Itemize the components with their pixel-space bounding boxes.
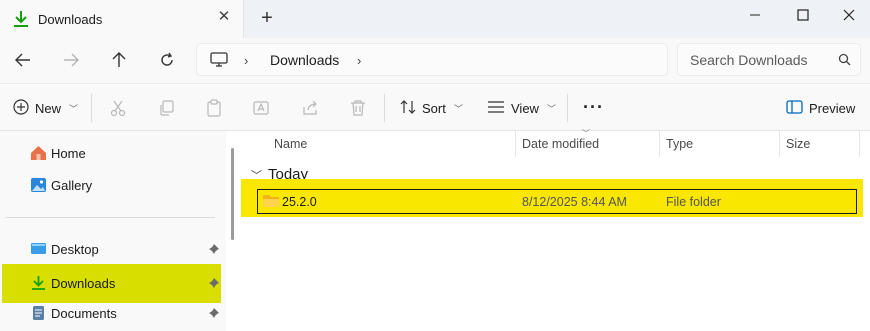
documents-icon (30, 305, 47, 321)
column-divider[interactable] (659, 131, 660, 157)
cut-icon[interactable] (109, 99, 127, 117)
column-header: Name ﹀ Date modified Type Size (241, 129, 870, 157)
new-tab-button[interactable]: + (258, 8, 276, 28)
gallery-icon (30, 177, 47, 193)
title-bar: Downloads ✕ + (0, 0, 870, 38)
breadcrumb-chevron-icon[interactable]: › (357, 53, 361, 68)
desktop-icon (30, 241, 47, 257)
new-button[interactable]: New ﹀ (13, 85, 78, 131)
minimize-button[interactable] (732, 0, 778, 30)
view-list-icon (487, 100, 505, 116)
sidebar-item-home[interactable]: Home (2, 138, 221, 168)
forward-button[interactable] (58, 48, 84, 72)
this-pc-icon[interactable] (210, 52, 228, 71)
breadcrumb-item-downloads[interactable]: Downloads (270, 52, 339, 68)
download-icon (12, 9, 30, 29)
plus-circle-icon (13, 98, 29, 118)
chevron-down-icon: ﹀ (546, 103, 556, 114)
sidebar-item-label: Documents (51, 306, 117, 321)
sidebar-divider (6, 217, 215, 218)
breadcrumb-chevron-icon[interactable]: › (244, 53, 248, 68)
divider (91, 94, 92, 122)
column-divider[interactable] (515, 131, 516, 157)
column-header-date-modified[interactable]: Date modified (522, 137, 599, 151)
pin-icon[interactable] (208, 277, 220, 292)
column-header-name[interactable]: Name (274, 137, 307, 151)
view-button[interactable]: View ﹀ (487, 85, 556, 131)
command-bar: New ﹀ Sort ﹀ View ﹀ ··· Preview (0, 85, 870, 131)
navigation-pane: Home Gallery Desktop Downloads Documents (0, 131, 226, 331)
rename-icon[interactable] (253, 99, 271, 117)
chevron-down-icon: ﹀ (69, 103, 79, 114)
up-button[interactable] (106, 48, 132, 72)
search-input[interactable] (690, 52, 830, 68)
preview-pane-button[interactable]: Preview (786, 85, 855, 131)
preview-label: Preview (809, 100, 856, 116)
download-icon (30, 275, 47, 291)
breadcrumb[interactable]: › Downloads › (196, 43, 668, 76)
column-header-size[interactable]: Size (786, 137, 810, 151)
search-box[interactable] (677, 43, 861, 76)
sort-label: Sort (422, 100, 446, 116)
preview-pane-icon (786, 99, 803, 117)
view-label: View (511, 100, 539, 116)
file-list: Name ﹀ Date modified Type Size ﹀ Today 2… (241, 129, 870, 331)
column-divider[interactable] (779, 131, 780, 157)
column-header-type[interactable]: Type (666, 137, 693, 151)
new-label: New (35, 100, 62, 116)
close-tab-icon[interactable]: ✕ (216, 9, 232, 25)
delete-icon[interactable] (349, 99, 367, 117)
sidebar-item-label: Downloads (51, 276, 116, 291)
tab-downloads[interactable]: Downloads ✕ (0, 0, 244, 38)
sidebar-item-documents[interactable]: Documents (2, 298, 221, 328)
maximize-button[interactable] (780, 0, 826, 30)
sort-button[interactable]: Sort ﹀ (400, 85, 463, 131)
chevron-down-icon: ﹀ (453, 103, 463, 114)
sidebar-scrollbar[interactable] (231, 148, 234, 240)
address-bar: › Downloads › (0, 38, 870, 84)
sidebar-item-label: Desktop (51, 242, 99, 257)
sidebar-item-desktop[interactable]: Desktop (2, 234, 221, 264)
home-icon (30, 145, 47, 161)
folder-icon (262, 194, 280, 211)
divider (567, 94, 568, 122)
cell-name: 25.2.0 (282, 195, 317, 209)
table-row[interactable]: 25.2.0 8/12/2025 8:44 AM File folder (257, 189, 857, 214)
copy-icon[interactable] (158, 99, 176, 117)
sidebar-item-gallery[interactable]: Gallery (2, 170, 221, 200)
refresh-button[interactable] (154, 48, 180, 72)
divider (384, 94, 385, 122)
cell-type: File folder (666, 195, 721, 209)
paste-icon[interactable] (205, 99, 223, 117)
more-options-button[interactable]: ··· (583, 97, 604, 118)
pin-icon[interactable] (208, 243, 220, 258)
back-button[interactable] (10, 48, 36, 72)
sidebar-item-label: Home (51, 146, 86, 161)
search-icon[interactable] (838, 53, 851, 69)
column-divider[interactable] (859, 131, 860, 157)
pin-icon[interactable] (208, 307, 220, 322)
close-window-button[interactable] (826, 0, 870, 30)
tab-title: Downloads (38, 12, 103, 27)
sort-icon (400, 99, 416, 117)
share-icon[interactable] (302, 99, 320, 117)
cell-date-modified: 8/12/2025 8:44 AM (522, 195, 627, 209)
sidebar-item-label: Gallery (51, 178, 93, 193)
